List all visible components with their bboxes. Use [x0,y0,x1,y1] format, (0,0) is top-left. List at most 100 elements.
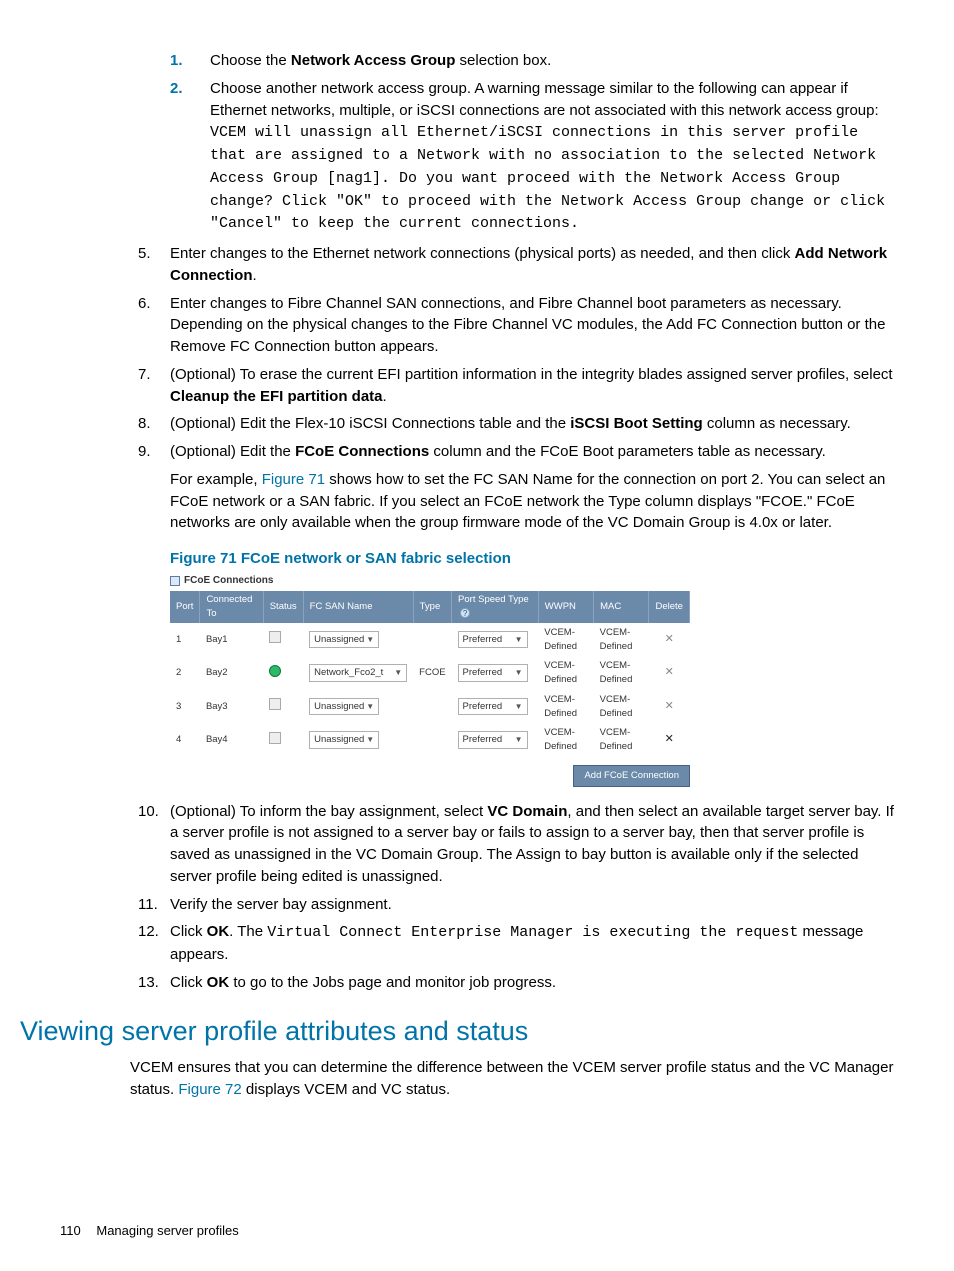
status-ok-icon [269,665,281,677]
footer-title: Managing server profiles [96,1223,238,1238]
fcoe-col-header: Type [413,591,451,623]
figure-caption: Figure 71 FCoE network or SAN fabric sel… [170,548,894,570]
port-speed-dropdown[interactable]: Preferred▼ [458,664,528,682]
help-icon[interactable]: ? [460,608,470,618]
step: 12.Click OK. The Virtual Connect Enterpr… [60,921,894,966]
sub-step: 2. Choose another network access group. A… [170,78,894,235]
cell-status [263,623,303,657]
chevron-down-icon: ▼ [515,734,523,746]
cell-mac: VCEM-Defined [594,656,649,690]
delete-icon[interactable]: ✕ [655,665,684,681]
cell-connected-to: Bay3 [200,690,263,724]
delete-icon[interactable]: ✕ [655,632,684,648]
cell-mac: VCEM-Defined [594,723,649,757]
fcoe-col-header: Port [170,591,200,623]
fcoe-col-header: Status [263,591,303,623]
step-number: 9. [138,441,151,463]
sub-step-content: Choose the Network Access Group selectio… [210,50,894,72]
step-number: 11. [138,894,158,916]
step: 5. Enter changes to the Ethernet network … [60,243,894,287]
cell-type [413,723,451,757]
cell-san-name: Network_Fco2_t▼ [303,656,413,690]
cell-status [263,723,303,757]
port-speed-dropdown[interactable]: Preferred▼ [458,698,528,716]
cell-port: 2 [170,656,200,690]
port-speed-dropdown[interactable]: Preferred▼ [458,731,528,749]
port-speed-dropdown[interactable]: Preferred▼ [458,631,528,649]
cell-connected-to: Bay4 [200,723,263,757]
step-number: 8. [138,413,151,435]
step-content: Enter changes to the Ethernet network co… [170,243,894,287]
step-content: Click OK to go to the Jobs page and moni… [170,972,894,994]
chevron-down-icon: ▼ [366,734,374,746]
cell-status [263,690,303,724]
san-name-dropdown[interactable]: Unassigned▼ [309,631,379,649]
status-unknown-icon [269,631,281,643]
delete-icon[interactable]: ✕ [655,699,684,715]
san-name-dropdown[interactable]: Unassigned▼ [309,698,379,716]
figure-71: FCoE Connections PortConnected ToStatusF… [170,574,894,787]
step-list-a: 5. Enter changes to the Ethernet network … [60,243,894,534]
fcoe-row: 1Bay1Unassigned▼Preferred▼VCEM-DefinedVC… [170,623,690,657]
fcoe-table-header-row: PortConnected ToStatusFC SAN NameTypePor… [170,591,690,623]
chevron-down-icon: ▼ [515,667,523,679]
cell-port-speed: Preferred▼ [452,723,539,757]
step-content: (Optional) Edit the Flex-10 iSCSI Connec… [170,413,894,435]
cell-port: 4 [170,723,200,757]
step-list-b: 10. (Optional) To inform the bay assignme… [60,801,894,994]
step-number: 10. [138,801,159,823]
section-body: VCEM ensures that you can determine the … [60,1057,894,1101]
cell-mac: VCEM-Defined [594,690,649,724]
sub-step-list: 1.Choose the Network Access Group select… [170,50,894,235]
fcoe-row: 3Bay3Unassigned▼Preferred▼VCEM-DefinedVC… [170,690,690,724]
cell-san-name: Unassigned▼ [303,690,413,724]
cell-delete: ✕ [649,623,690,657]
san-name-dropdown[interactable]: Network_Fco2_t▼ [309,664,407,682]
step-4-substeps-container: 1.Choose the Network Access Group select… [60,50,894,235]
step-number: 5. [138,243,151,265]
step-number: 12. [138,921,159,943]
cell-connected-to: Bay2 [200,656,263,690]
fcoe-col-header: Delete [649,591,690,623]
chevron-down-icon: ▼ [515,634,523,646]
step-content: (Optional) Edit the FCoE Connections col… [170,441,894,534]
fcoe-table: PortConnected ToStatusFC SAN NameTypePor… [170,591,690,757]
fcoe-col-header: MAC [594,591,649,623]
step-number: 6. [138,293,151,315]
cell-san-name: Unassigned▼ [303,723,413,757]
cell-wwpn: VCEM-Defined [538,656,593,690]
fcoe-panel-title: FCoE Connections [170,574,894,589]
step-content: (Optional) To erase the current EFI part… [170,364,894,408]
step-content: (Optional) To inform the bay assignment,… [170,801,894,888]
panel-title-text: FCoE Connections [184,574,273,589]
cell-type [413,623,451,657]
cell-port-speed: Preferred▼ [452,656,539,690]
sub-step-number: 2. [170,78,183,100]
cell-wwpn: VCEM-Defined [538,723,593,757]
sub-step-content: Choose another network access group. A w… [210,78,894,235]
status-unknown-icon [269,732,281,744]
step: 6.Enter changes to Fibre Channel SAN con… [60,293,894,358]
cell-status [263,656,303,690]
status-unknown-icon [269,698,281,710]
san-name-dropdown[interactable]: Unassigned▼ [309,731,379,749]
cell-type [413,690,451,724]
step-number: 13. [138,972,159,994]
outer-list: 1.Choose the Network Access Group select… [60,50,894,235]
fcoe-col-header: Connected To [200,591,263,623]
delete-icon[interactable]: ✕ [655,732,684,748]
section-heading: Viewing server profile attributes and st… [20,1012,894,1051]
cell-port-speed: Preferred▼ [452,623,539,657]
step: 10. (Optional) To inform the bay assignme… [60,801,894,888]
add-fcoe-connection-button[interactable]: Add FCoE Connection [573,765,690,787]
cell-connected-to: Bay1 [200,623,263,657]
chevron-down-icon: ▼ [366,701,374,713]
cell-type: FCOE [413,656,451,690]
cell-delete: ✕ [649,723,690,757]
fcoe-col-header: Port Speed Type? [452,591,539,623]
cell-port-speed: Preferred▼ [452,690,539,724]
fcoe-row: 2Bay2 Network_Fco2_t▼ FCOE Preferred▼ VCEM-D… [170,656,690,690]
chevron-down-icon: ▼ [366,634,374,646]
cell-mac: VCEM-Defined [594,623,649,657]
sub-step: 1.Choose the Network Access Group select… [170,50,894,72]
